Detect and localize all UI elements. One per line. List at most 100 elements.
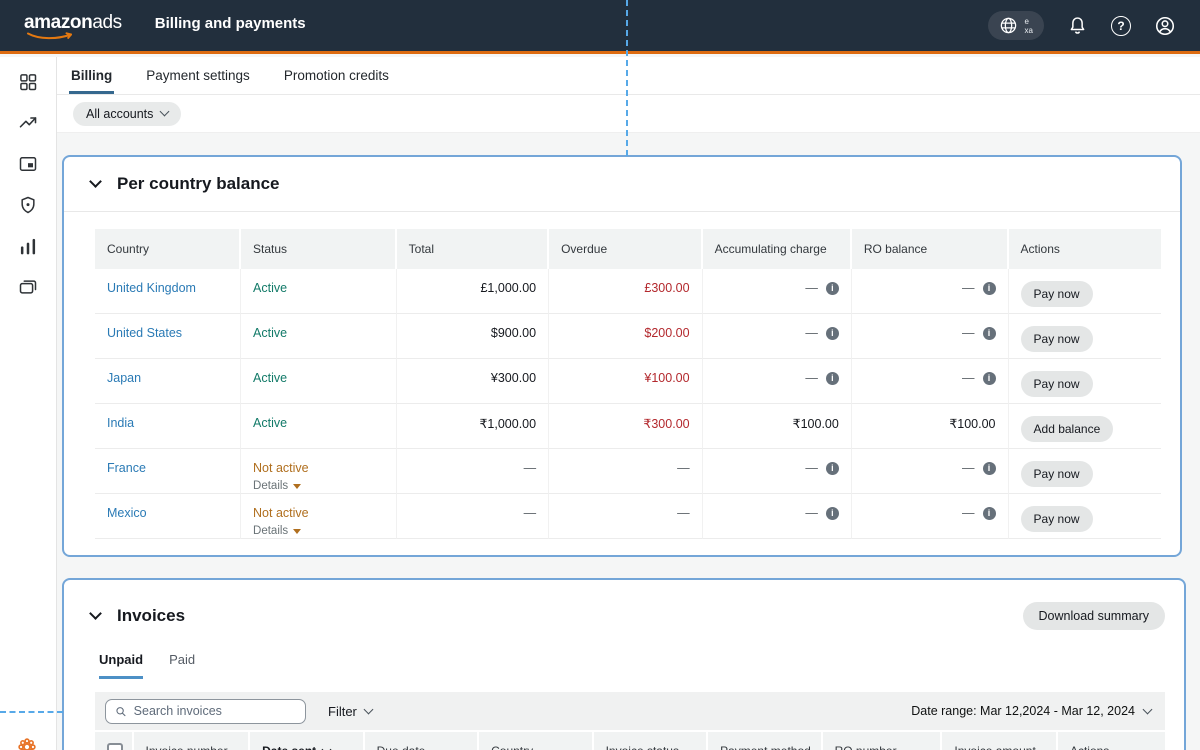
top-navigation-bar: amazonads Billing and payments e xa ? [0,0,1200,54]
invoices-tab-paid[interactable]: Paid [169,652,195,679]
table-cell: United States [95,314,242,359]
all-accounts-dropdown[interactable]: All accounts [73,101,182,126]
table-cell: Active [241,314,397,359]
column-header-country: Country [95,229,242,269]
status-text: Active [253,326,288,340]
details-toggle[interactable]: Details [253,525,384,537]
account-button[interactable] [1154,15,1176,37]
pay-now-button[interactable]: Pay now [1020,506,1093,532]
country-balance-row: United States Active $900.00 $200.00— i — i Pay… [95,314,1161,359]
table-cell: Mexico [95,494,242,539]
table-cell: India [95,404,242,449]
empty-value-dash: — [962,371,975,385]
collapse-chevron-icon[interactable] [89,606,102,620]
date-range-label: Date range: Mar 12,2024 - Mar 12, 2024 [911,704,1135,718]
table-cell: France [95,449,242,494]
date-range-dropdown[interactable]: Date range: Mar 12,2024 - Mar 12, 2024 [911,704,1155,718]
info-icon[interactable]: i [982,506,996,520]
table-cell: — i [702,314,852,359]
filter-dropdown[interactable]: Filter [328,704,374,719]
empty-value-dash: — [805,281,818,295]
table-cell: — i [851,359,1009,404]
tab-promotion-credits[interactable]: Promotion credits [282,57,391,94]
info-icon[interactable]: i [825,506,839,520]
table-cell: — i [702,449,852,494]
table-cell: ¥300.00 [396,359,550,404]
search-invoices-box[interactable] [105,698,306,724]
language-selector[interactable]: e xa [987,11,1044,40]
sidebar-item-reports[interactable] [18,236,38,256]
sidebar-item-brand-safety[interactable] [18,195,38,215]
info-icon[interactable]: i [825,461,839,475]
status-text: Active [253,371,288,385]
pay-now-button[interactable]: Pay now [1020,326,1093,352]
info-icon[interactable]: i [825,326,839,340]
notifications-button[interactable] [1067,15,1088,36]
add-balance-button[interactable]: Add balance [1020,416,1114,442]
download-summary-button[interactable]: Download summary [1022,602,1165,630]
pay-now-button[interactable]: Pay now [1020,461,1093,487]
empty-value-dash: — [677,461,690,475]
country-link[interactable]: France [107,461,146,475]
pay-now-button[interactable]: Pay now [1020,371,1093,397]
amazon-ads-logo[interactable]: amazonads [24,12,122,40]
table-cell: Pay now [1008,494,1161,539]
country-balance-row: France Not active Details — — — i — i Pay now [95,449,1161,494]
locale-label: e xa [1024,16,1033,35]
table-cell: $200.00 [549,314,703,359]
table-cell: Pay now [1008,359,1161,404]
sidebar-item-dashboard[interactable] [18,72,38,92]
search-invoices-input[interactable] [133,704,296,718]
status-text: Active [253,281,288,295]
country-link[interactable]: Mexico [107,506,147,520]
empty-value-dash: — [805,371,818,385]
column-header-accumulating-charge: Accumulating charge [702,229,852,269]
invoices-table: Invoice number Date sent Due date Country In… [95,732,1165,750]
country-balance-row: Japan Active ¥300.00 ¥100.00— i — i Pay now [95,359,1161,404]
select-all-checkbox[interactable] [107,743,123,750]
info-icon[interactable]: i [982,326,996,340]
tab-billing[interactable]: Billing [69,57,115,94]
info-icon[interactable]: i [982,371,996,385]
column-header-date-sent[interactable]: Date sent [250,732,365,750]
home-flower-icon[interactable] [16,736,38,750]
empty-value-dash: — [962,461,975,475]
table-cell: £300.00 [549,269,703,314]
country-link[interactable]: Japan [107,371,141,385]
details-label: Details [253,525,289,537]
app-grid-icon [20,74,37,91]
table-cell: ¥100.00 [549,359,703,404]
info-icon[interactable]: i [825,281,839,295]
tab-payment-settings[interactable]: Payment settings [144,57,252,94]
info-icon[interactable]: i [982,281,996,295]
collapse-chevron-icon[interactable] [89,174,102,188]
empty-value-dash: — [962,506,975,520]
table-cell: Pay now [1008,449,1161,494]
table-cell: Not active Details [241,449,397,494]
info-icon[interactable]: i [825,371,839,385]
invoices-tab-unpaid[interactable]: Unpaid [99,652,144,679]
table-cell: Pay now [1008,269,1161,314]
table-cell: £1,000.00 [396,269,550,314]
sidebar-item-creatives[interactable] [18,277,38,297]
sidebar-item-billing[interactable] [18,154,38,174]
sidebar-item-performance[interactable] [18,113,38,133]
country-link[interactable]: United Kingdom [107,281,196,295]
pay-now-button[interactable]: Pay now [1020,281,1093,307]
status-text: Not active [253,506,309,520]
triangle-down-icon [293,529,302,534]
amount: ₹1,000.00 [479,417,537,431]
table-cell: $900.00 [396,314,550,359]
topbar-actions: e xa ? [987,11,1176,40]
country-link[interactable]: United States [107,326,182,340]
empty-value-dash: — [523,461,537,475]
country-link[interactable]: India [107,416,134,430]
info-icon[interactable]: i [982,461,996,475]
invoices-card: Invoices Download summary Unpaid Paid Fil… [62,578,1186,750]
annotation-vertical-dashed-line [626,0,628,156]
column-label: Due date [377,744,426,750]
help-button[interactable]: ? [1111,15,1131,36]
table-cell: Active [241,269,397,314]
overdue-amount: ¥100.00 [644,371,690,385]
details-toggle[interactable]: Details [253,480,384,492]
